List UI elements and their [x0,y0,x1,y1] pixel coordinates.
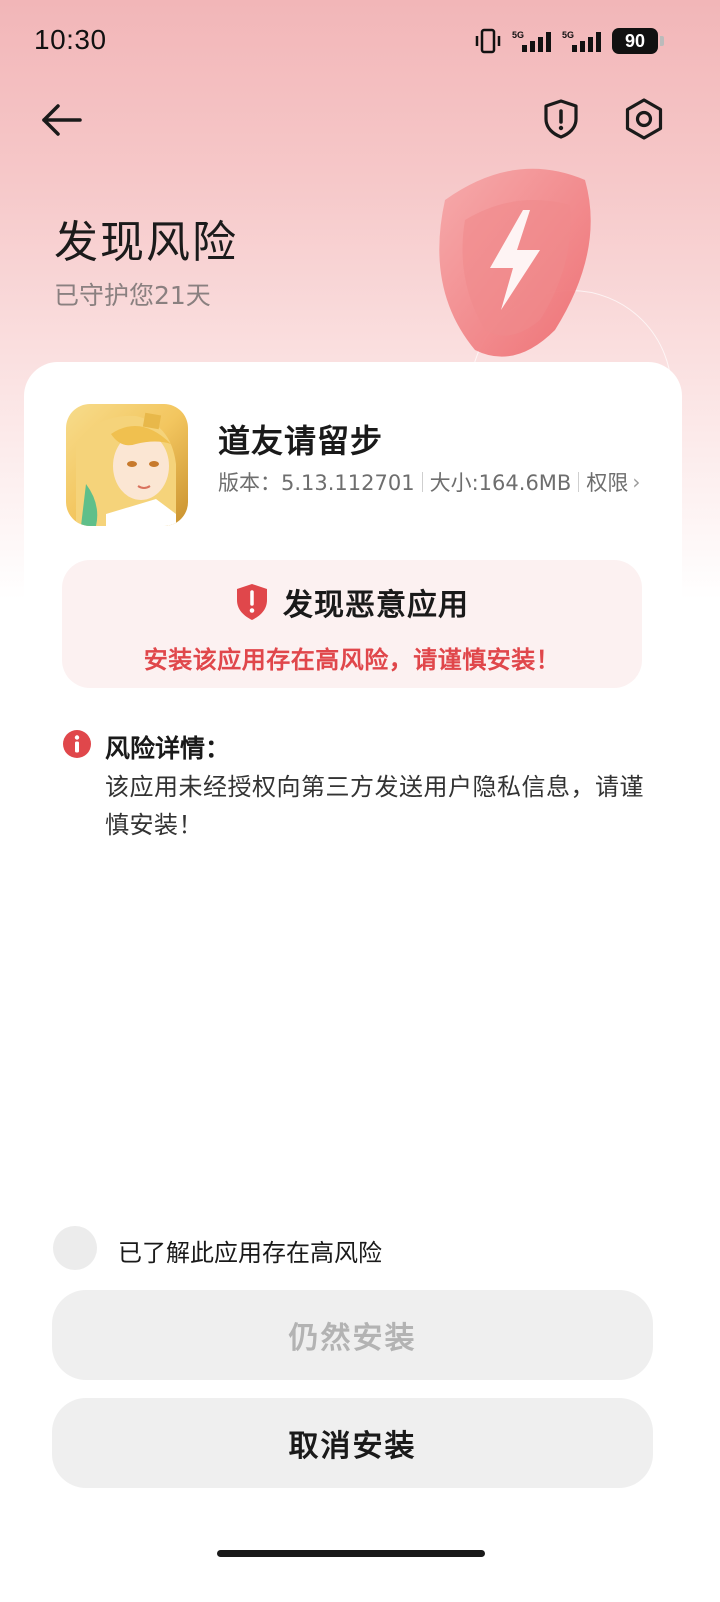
app-icon [66,404,188,526]
lightning-shield-illustration [439,168,591,357]
gear-icon [625,98,663,140]
info-icon [63,730,91,758]
battery-tip [660,36,664,46]
meta-divider [421,472,423,492]
status-icons: 5G 5G 90 [474,28,664,54]
permissions-link[interactable]: 权限 [586,467,628,497]
chevron-right-icon: › [632,470,641,494]
security-report-button[interactable] [537,95,585,143]
alert-header: 发现恶意应用 [62,580,642,624]
signal-5g-icon-2: 5G [562,30,601,52]
alert-title: 发现恶意应用 [283,588,469,623]
app-name: 道友请留步 [218,422,384,460]
settings-button[interactable] [620,95,668,143]
battery-icon: 90 [612,28,658,54]
home-indicator[interactable] [217,1550,485,1557]
svg-text:5G: 5G [562,30,574,40]
app-size: 大小:164.6MB [429,471,572,495]
app-meta: 版本：5.13.112701 大小:164.6MB 权限 › [218,467,640,497]
install-anyway-button[interactable]: 仍然安装 [52,1290,653,1380]
status-bar: 10:30 5G 5G 90 [0,0,720,84]
danger-shield-icon [237,584,267,620]
acknowledge-risk-label[interactable]: 已了解此应用存在高风险 [118,1233,382,1268]
protection-days: 已守护您21天 [54,281,211,310]
status-time: 10:30 [34,24,107,55]
alert-message: 安装该应用存在高风险，请谨慎安装！ [143,646,561,674]
app-version: 版本：5.13.112701 [218,471,415,495]
vibrate-icon [475,28,501,54]
risk-details-text: 该应用未经授权向第三方发送用户隐私信息，请谨慎安装！ [105,773,644,839]
malicious-app-alert: 发现恶意应用 安装该应用存在高风险，请谨慎安装！ [62,560,642,688]
game-character-icon [66,404,188,526]
acknowledge-risk-checkbox[interactable] [53,1226,97,1270]
cancel-install-button[interactable]: 取消安装 [52,1398,653,1488]
back-button[interactable] [38,96,86,144]
svg-text:5G: 5G [512,30,524,40]
page-title: 发现风险 [54,217,238,268]
shield-alert-icon [544,99,578,139]
risk-details-label: 风险详情： [105,734,231,763]
arrow-left-icon [42,104,82,136]
meta-divider [578,472,580,492]
signal-5g-icon: 5G [512,30,551,52]
